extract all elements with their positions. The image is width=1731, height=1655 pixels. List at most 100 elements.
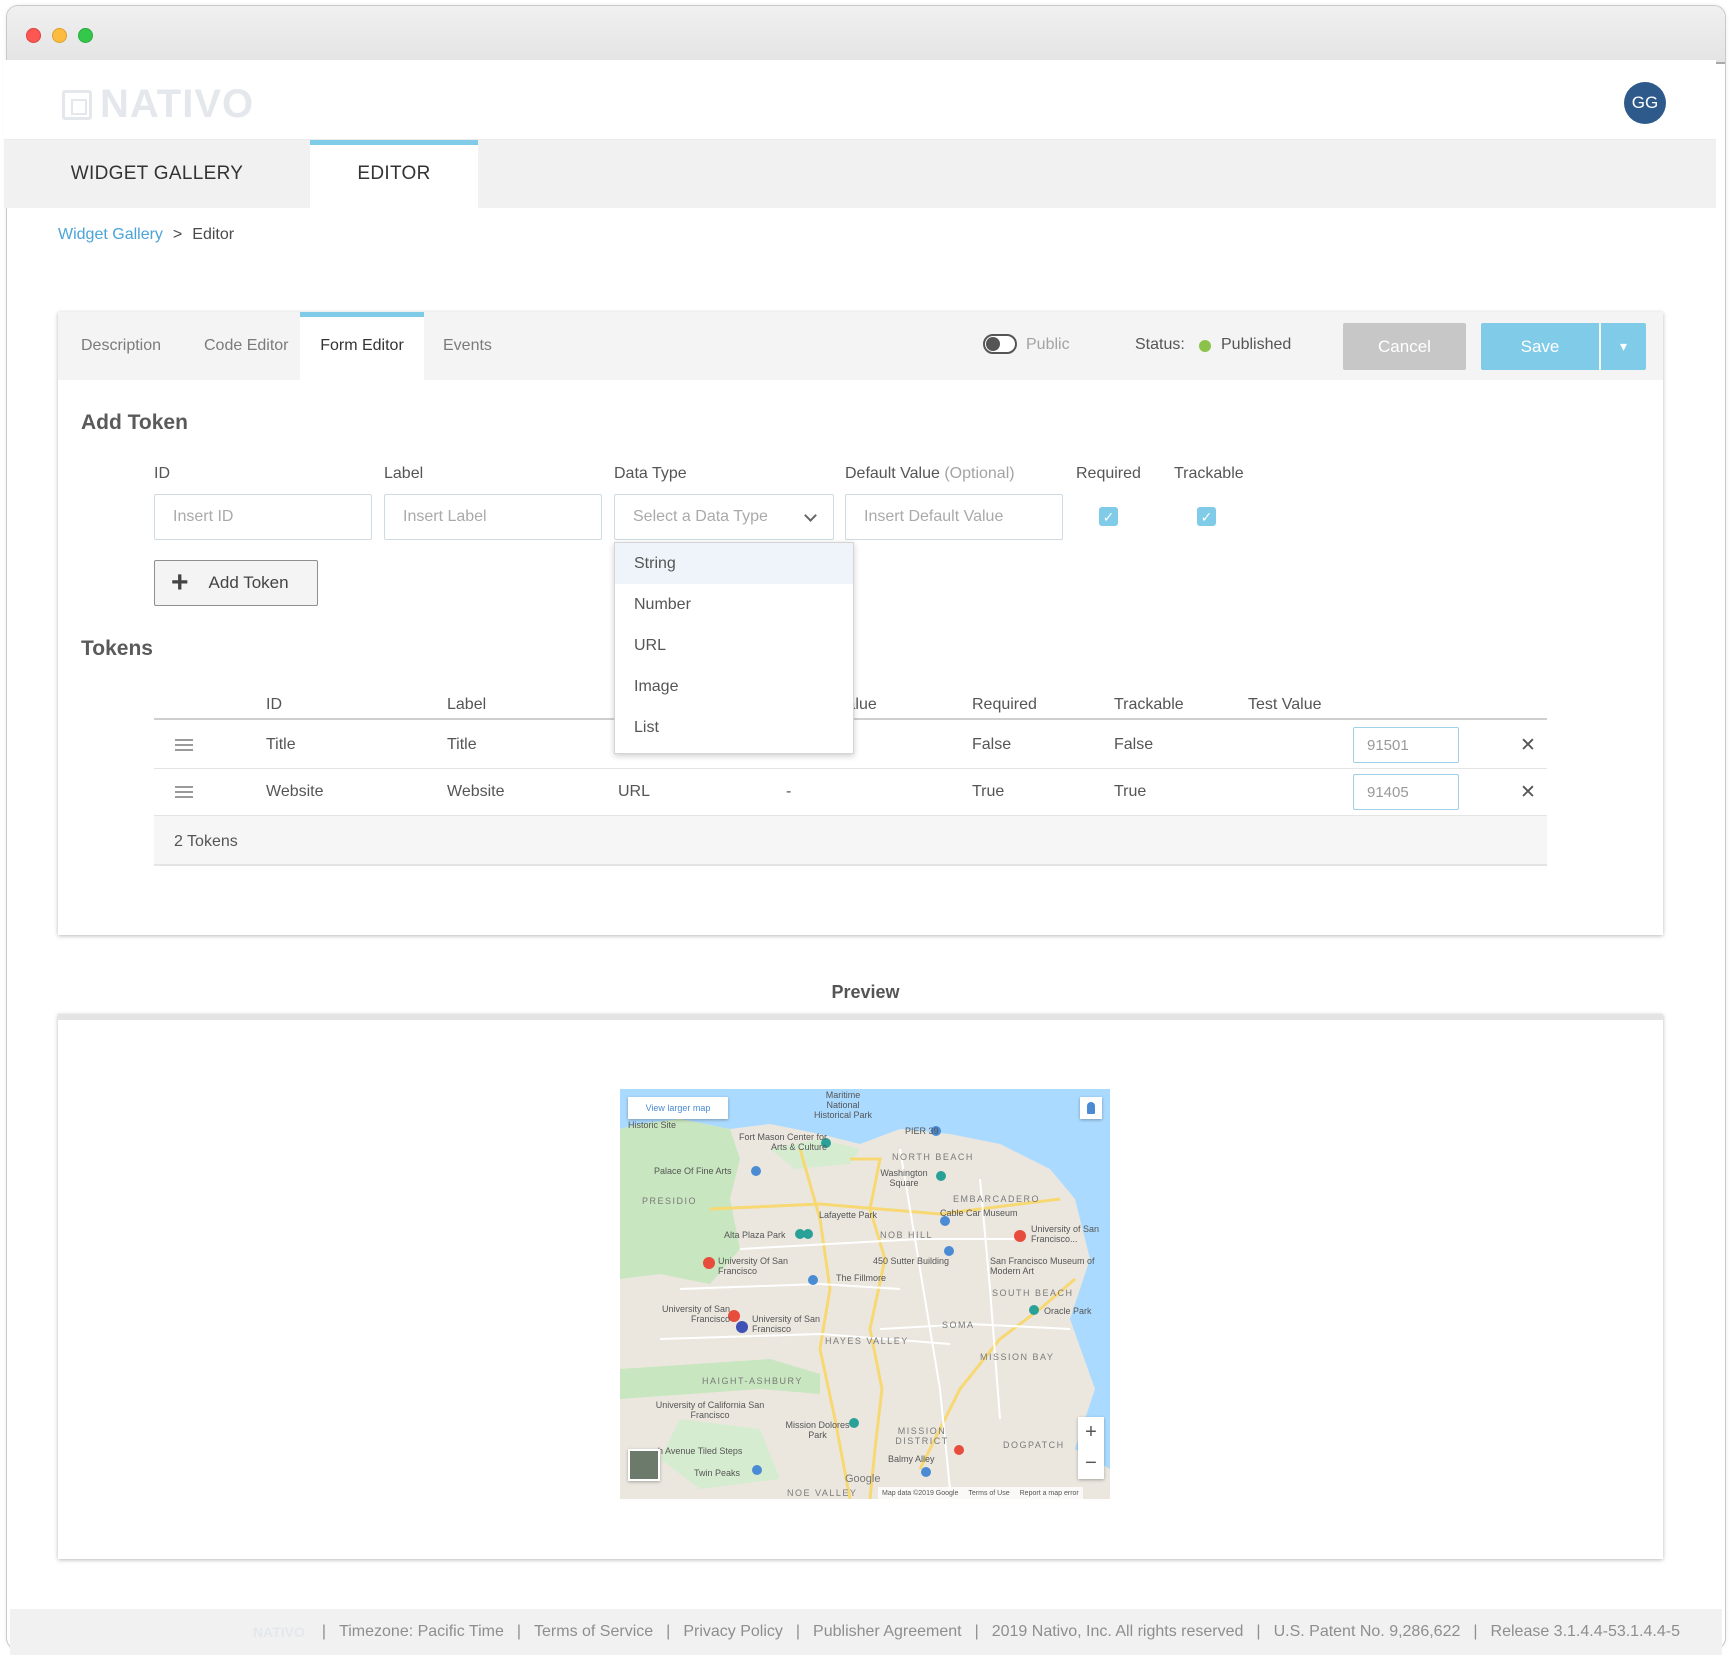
map-label: MISSION BAY <box>980 1352 1055 1362</box>
zoom-in-icon[interactable]: + <box>1085 1417 1097 1448</box>
map-label: San Francisco Museum of Modern Art <box>990 1256 1095 1276</box>
drag-handle-icon[interactable] <box>175 739 193 751</box>
id-input[interactable]: Insert ID <box>154 494 372 540</box>
footer-terms-link[interactable]: Terms of Service <box>534 1623 653 1641</box>
token-default-value: - <box>786 783 792 800</box>
map-attribution: Map data ©2019 Google <box>882 1489 959 1497</box>
save-button[interactable]: Save <box>1481 323 1599 370</box>
nativo-logo-icon <box>62 89 92 120</box>
data-type-option-list[interactable]: List <box>615 707 853 748</box>
map-label: University of San Francisco <box>661 1304 730 1324</box>
add-token-label: Add Token <box>208 573 289 592</box>
breadcrumb: Widget Gallery > Editor <box>58 226 234 244</box>
column-header-required: Required <box>972 696 1037 713</box>
footer-copyright: 2019 Nativo, Inc. All rights reserved <box>991 1623 1244 1640</box>
map-label: Alta Plaza Park <box>724 1230 786 1240</box>
breadcrumb-separator: > <box>172 226 183 243</box>
public-toggle[interactable] <box>983 334 1017 354</box>
close-window-icon[interactable] <box>26 28 41 43</box>
embedded-map[interactable]: View larger map Maritime National Histor… <box>620 1089 1110 1499</box>
token-id: Website <box>266 783 324 800</box>
zoom-out-icon[interactable]: − <box>1085 1448 1097 1479</box>
data-type-option-number[interactable]: Number <box>615 584 853 625</box>
status-indicator-icon <box>1199 340 1211 352</box>
footer-timezone: Timezone: Pacific Time <box>339 1623 504 1640</box>
token-label: Website <box>447 783 505 800</box>
trackable-checkbox[interactable]: ✓ <box>1197 507 1216 526</box>
view-larger-map-link[interactable]: View larger map <box>628 1097 728 1119</box>
footer-privacy-link[interactable]: Privacy Policy <box>683 1623 783 1641</box>
data-type-option-string[interactable]: String <box>615 543 853 584</box>
map-label: PRESIDIO <box>642 1196 698 1206</box>
data-type-option-image[interactable]: Image <box>615 666 853 707</box>
map-label: Historic Site <box>628 1120 677 1130</box>
remove-token-icon[interactable]: ✕ <box>1520 734 1536 757</box>
satellite-toggle-thumbnail[interactable] <box>628 1449 660 1481</box>
token-trackable: False <box>1114 736 1154 753</box>
editor-card: Description Code Editor Form Editor Even… <box>58 312 1663 935</box>
map-report-link[interactable]: Report a map error <box>1020 1490 1079 1497</box>
map-terms-link[interactable]: Terms of Use <box>968 1490 1009 1497</box>
tab-form-editor[interactable]: Form Editor <box>300 312 424 380</box>
preview-title: Preview <box>831 982 900 1002</box>
required-checkbox[interactable]: ✓ <box>1099 507 1118 526</box>
label-field-label: Label <box>384 465 424 482</box>
remove-token-icon[interactable]: ✕ <box>1520 781 1536 804</box>
token-id: Title <box>266 736 296 753</box>
map-label: Lafayette Park <box>819 1210 878 1220</box>
footer-release: Release 3.1.4.4-53.1.4.4-5 <box>1490 1623 1680 1640</box>
required-field-label: Required <box>1076 465 1141 482</box>
map-label: HAIGHT-ASHBURY <box>702 1376 803 1386</box>
maximize-window-icon[interactable] <box>78 28 93 43</box>
trackable-field-label: Trackable <box>1174 465 1244 482</box>
tab-events[interactable]: Events <box>443 312 492 380</box>
column-header-test-value: Test Value <box>1248 696 1322 713</box>
save-options-caret-icon[interactable]: ▾ <box>1601 323 1646 370</box>
map-label: 450 Sutter Building <box>873 1256 950 1266</box>
column-header-trackable: Trackable <box>1114 696 1184 713</box>
breadcrumb-current: Editor <box>192 226 235 243</box>
footer-separator: | <box>974 1623 979 1640</box>
footer-publisher-agreement-link[interactable]: Publisher Agreement <box>813 1623 962 1641</box>
map-label: Maritime National Historical Park <box>813 1090 872 1120</box>
tab-widget-gallery[interactable]: WIDGET GALLERY <box>4 140 310 208</box>
default-value-input[interactable]: Insert Default Value <box>845 494 1063 540</box>
status-value: Published <box>1221 336 1292 353</box>
street-view-pegman-icon[interactable] <box>1080 1097 1102 1119</box>
map-label: Oracle Park <box>1044 1306 1092 1316</box>
user-avatar[interactable]: GG <box>1624 82 1666 124</box>
add-token-button[interactable]: + Add Token <box>154 560 318 606</box>
token-count: 2 Tokens <box>174 833 238 850</box>
footer-separator: | <box>1473 1623 1478 1640</box>
map-label: University of San Francisco... <box>1031 1224 1100 1244</box>
tab-code-editor[interactable]: Code Editor <box>204 312 289 380</box>
app-header: NATIVO GG <box>4 60 1716 140</box>
map-label: SOMA <box>942 1320 975 1330</box>
nativo-logo[interactable]: NATIVO <box>62 82 254 127</box>
tab-editor[interactable]: EDITOR <box>310 140 478 208</box>
tab-description[interactable]: Description <box>81 312 161 380</box>
preview-card: View larger map Maritime National Histor… <box>58 1014 1663 1559</box>
plus-icon: + <box>171 566 189 599</box>
label-input[interactable]: Insert Label <box>384 494 602 540</box>
window-titlebar <box>7 6 1725 64</box>
minimize-window-icon[interactable] <box>52 28 67 43</box>
optional-hint: (Optional) <box>944 465 1015 482</box>
column-header-id: ID <box>266 696 282 713</box>
map-label: EMBARCADERO <box>953 1194 1041 1204</box>
map-label: Palace Of Fine Arts <box>654 1166 732 1176</box>
tokens-title: Tokens <box>81 637 153 660</box>
tokens-table-footer: 2 Tokens <box>154 816 1547 866</box>
test-value-input[interactable]: 91501 <box>1353 727 1459 763</box>
breadcrumb-widget-gallery-link[interactable]: Widget Gallery <box>58 226 163 244</box>
map-label: SOUTH BEACH <box>992 1288 1074 1298</box>
default-value-field-label: Default Value (Optional) <box>845 465 1015 483</box>
test-value-input[interactable]: 91405 <box>1353 774 1459 810</box>
cancel-button[interactable]: Cancel <box>1343 323 1466 370</box>
data-type-select[interactable]: Select a Data Type <box>614 494 834 540</box>
map-label: Cable Car Museum <box>940 1208 1018 1218</box>
map-label: NOB HILL <box>880 1230 934 1240</box>
data-type-option-url[interactable]: URL <box>615 625 853 666</box>
data-type-placeholder: Select a Data Type <box>633 508 768 525</box>
drag-handle-icon[interactable] <box>175 786 193 798</box>
